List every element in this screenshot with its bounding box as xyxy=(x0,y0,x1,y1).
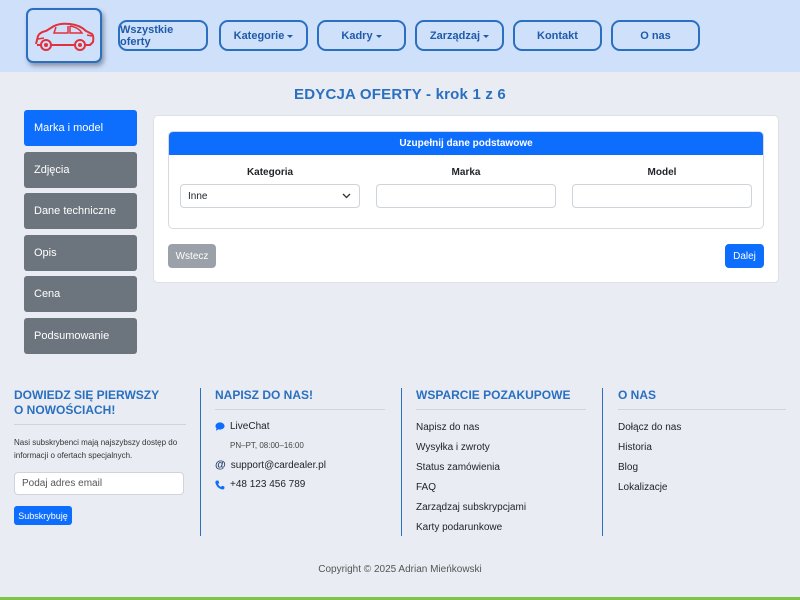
nav-label: Kontakt xyxy=(537,29,578,42)
newsletter-section: DOWIEDZ SIĘ PIERWSZY O NOWOŚCIACH! xyxy=(14,388,186,425)
livechat-hours: PN–PT, 08:00–16:00 xyxy=(230,441,304,450)
divider xyxy=(215,409,385,410)
model-input[interactable] xyxy=(572,184,752,208)
about-link[interactable]: Dołącz do nas xyxy=(618,422,681,433)
livechat-label: LiveChat xyxy=(230,421,270,432)
model-label: Model xyxy=(647,167,677,178)
support-title: WSPARCIE POZAKUPOWE xyxy=(416,388,571,402)
step-label: Marka i model xyxy=(34,122,104,134)
step-label: Zdjęcia xyxy=(34,164,70,176)
caret-down-icon xyxy=(483,34,490,38)
divider xyxy=(416,409,586,410)
about-title: O NAS xyxy=(618,388,657,402)
support-link[interactable]: FAQ xyxy=(416,482,436,493)
offer-form-card: Uzupełnij dane podstawowe Kategoria Mark… xyxy=(153,115,779,283)
panel-header: Uzupełnij dane podstawowe xyxy=(169,132,763,155)
step-description[interactable]: Opis xyxy=(24,235,137,271)
support-link[interactable]: Napisz do nas xyxy=(416,422,479,433)
copyright-text: Copyright © 2025 Adrian Mieńkowski xyxy=(318,564,482,575)
divider xyxy=(14,424,186,425)
brand-label: Marka xyxy=(451,167,481,178)
back-button[interactable]: Wstecz xyxy=(168,244,216,268)
next-button[interactable]: Dalej xyxy=(725,244,764,268)
category-label: Kategoria xyxy=(246,167,294,178)
category-select[interactable]: Inne xyxy=(180,184,360,208)
basic-data-panel: Uzupełnij dane podstawowe Kategoria Mark… xyxy=(168,131,764,229)
nav-contact[interactable]: Kontakt xyxy=(513,20,602,51)
nav-staff-dropdown[interactable]: Kadry xyxy=(317,20,406,51)
newsletter-title-line1: DOWIEDZ SIĘ PIERWSZY xyxy=(14,388,160,402)
nav-label: Wszystkie oferty xyxy=(120,23,174,48)
step-technical-data[interactable]: Dane techniczne xyxy=(24,193,137,229)
brand-input[interactable] xyxy=(376,184,556,208)
divider xyxy=(618,409,786,410)
phone-number: +48 123 456 789 xyxy=(230,479,306,490)
divider xyxy=(401,388,402,536)
nav-all-offers[interactable]: Wszystkie oferty xyxy=(118,20,208,51)
at-icon: @ xyxy=(215,459,226,471)
step-label: Cena xyxy=(34,288,61,300)
step-brand-model[interactable]: Marka i model xyxy=(24,110,137,146)
logo-button[interactable] xyxy=(26,8,102,63)
about-link[interactable]: Blog xyxy=(618,462,638,473)
about-link[interactable]: Historia xyxy=(618,442,652,453)
top-navbar: Wszystkie oferty Kategorie Kadry Zarządz… xyxy=(0,0,800,72)
car-logo-icon xyxy=(35,22,95,51)
nav-label: Zarządzaj xyxy=(429,29,481,42)
caret-down-icon xyxy=(375,34,382,38)
subscribe-button[interactable]: Subskrybuję xyxy=(14,506,72,525)
page-title: EDYCJA OFERTY - krok 1 z 6 xyxy=(294,86,506,103)
about-section: O NAS xyxy=(618,388,786,410)
livechat-link[interactable]: LiveChat xyxy=(215,421,269,432)
nav-label: Kadry xyxy=(341,29,373,42)
nav-about[interactable]: O nas xyxy=(611,20,700,51)
step-label: Podsumowanie xyxy=(34,330,110,342)
support-link[interactable]: Zarządzaj subskrypcjami xyxy=(416,502,526,513)
nav-label: O nas xyxy=(640,29,671,42)
support-link[interactable]: Karty podarunkowe xyxy=(416,522,502,533)
chevron-down-icon xyxy=(342,193,351,199)
phone-link[interactable]: +48 123 456 789 xyxy=(215,479,305,490)
newsletter-email-input[interactable]: Podaj adres email xyxy=(14,472,184,495)
divider xyxy=(602,388,603,536)
email-link[interactable]: @ support@cardealer.pl xyxy=(215,459,326,471)
step-photos[interactable]: Zdjęcia xyxy=(24,152,137,188)
support-email: support@cardealer.pl xyxy=(230,459,326,471)
support-section: WSPARCIE POZAKUPOWE xyxy=(416,388,586,410)
phone-icon xyxy=(215,480,225,490)
about-link[interactable]: Lokalizacje xyxy=(618,482,667,493)
newsletter-text: Nasi subskrybenci mają najszybszy dostęp… xyxy=(14,438,178,460)
step-label: Opis xyxy=(34,247,57,259)
contact-title: NAPISZ DO NAS! xyxy=(215,388,314,402)
step-label: Dane techniczne xyxy=(34,205,116,217)
email-placeholder: Podaj adres email xyxy=(22,478,103,489)
category-selected-value: Inne xyxy=(188,190,208,202)
newsletter-title-line2: O NOWOŚCIACH! xyxy=(14,403,116,417)
contact-section: NAPISZ DO NAS! xyxy=(215,388,385,410)
step-price[interactable]: Cena xyxy=(24,276,137,312)
caret-down-icon xyxy=(287,34,294,38)
nav-categories-dropdown[interactable]: Kategorie xyxy=(219,20,308,51)
support-link[interactable]: Status zamówienia xyxy=(416,462,500,473)
chat-bubble-icon xyxy=(215,422,225,431)
support-link[interactable]: Wysyłka i zwroty xyxy=(416,442,490,453)
step-summary[interactable]: Podsumowanie xyxy=(24,318,137,354)
divider xyxy=(200,388,201,536)
nav-label: Kategorie xyxy=(233,29,285,42)
nav-manage-dropdown[interactable]: Zarządzaj xyxy=(415,20,504,51)
